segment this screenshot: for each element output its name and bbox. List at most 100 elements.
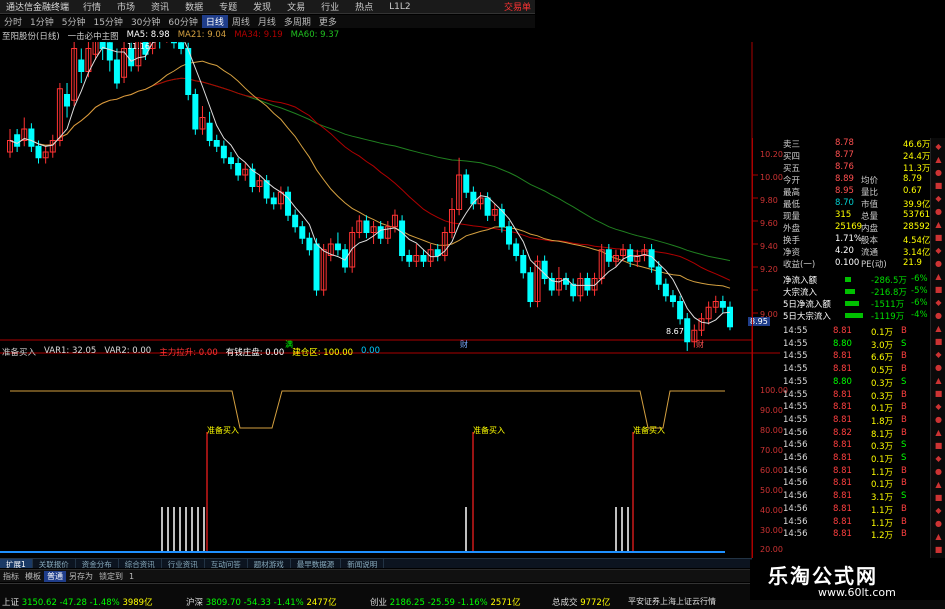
period-tab[interactable]: 1分钟 (26, 15, 58, 28)
tool-button[interactable]: 1 (126, 572, 137, 581)
tick-side: S (901, 338, 907, 349)
menu-item[interactable]: L1L2 (381, 2, 418, 12)
tool-button[interactable]: 另存为 (66, 571, 96, 582)
watermark-url: www.60lt.com (818, 586, 896, 599)
side-tool-icon[interactable]: ■ (934, 389, 943, 398)
info-tab[interactable]: 扩展1 (0, 559, 33, 569)
side-tool-icon[interactable]: ● (934, 168, 943, 177)
side-tool-icon[interactable]: ▲ (934, 155, 943, 164)
menu-item[interactable]: 市场 (109, 0, 143, 13)
tick-row: 14:55 8.81 0.3万 B (783, 390, 931, 402)
quote-label: 换手 (783, 236, 801, 246)
tool-button[interactable]: 锁定到 (96, 571, 126, 582)
side-tool-icon[interactable]: ■ (934, 337, 943, 346)
side-tool-icon[interactable]: ● (934, 207, 943, 216)
info-tab[interactable]: 资金分布 (76, 559, 119, 569)
side-tool-icon[interactable]: ▲ (934, 376, 943, 385)
side-tool-icon[interactable]: ● (934, 259, 943, 268)
kline-chart[interactable]: 2023年232023/03/03/五456 (0, 42, 780, 558)
side-tool-icon[interactable]: ■ (934, 493, 943, 502)
quote-value: 25169 (835, 222, 863, 232)
tick-side: B (901, 529, 907, 540)
period-tab[interactable]: 日线 (201, 15, 228, 28)
side-tool-icon[interactable]: ◆ (934, 454, 943, 463)
flow-label: 净流入额 (783, 276, 818, 286)
candle (406, 255, 413, 262)
period-tab[interactable]: 月线 (254, 15, 280, 28)
side-tool-icon[interactable]: ■ (934, 181, 943, 190)
info-tab[interactable]: 行业资讯 (162, 559, 205, 569)
side-tool-icon[interactable]: ◆ (934, 246, 943, 255)
side-tool-icon[interactable]: ■ (934, 545, 943, 554)
tool-button[interactable]: 普通 (44, 570, 66, 582)
quote-value2: 3.14亿 (903, 248, 931, 258)
menu-item[interactable]: 行业 (313, 0, 347, 13)
candle (399, 220, 406, 256)
candle (520, 255, 527, 274)
menu-item[interactable]: 数据 (177, 0, 211, 13)
var2-value: VAR2: 0.00 (104, 346, 152, 356)
info-tab[interactable]: 新闻说明 (341, 559, 385, 569)
tool-button[interactable]: 指标 (0, 571, 22, 582)
index-name: 总成交 (552, 598, 581, 608)
tool-button[interactable]: 模板 (22, 571, 44, 582)
broker-name: 平安证券上海上证云行情 (628, 597, 716, 606)
side-tool-icon[interactable]: ▲ (934, 532, 943, 541)
period-tab[interactable]: 30分钟 (127, 15, 164, 28)
menu-item[interactable]: 行情 (75, 0, 109, 13)
tick-volume: 0.3万 (871, 378, 894, 389)
flow-value: -216.8万 (871, 288, 907, 298)
info-tab[interactable]: 题材游戏 (248, 559, 291, 569)
index-item[interactable]: 上证 3150.62 -47.28 -1.48% 3989亿 (2, 596, 153, 608)
side-tool-icon[interactable]: ◆ (934, 194, 943, 203)
tick-row: 14:56 8.81 0.1万 S (783, 453, 931, 465)
candle (727, 306, 733, 328)
side-tool-icon[interactable]: ● (934, 467, 943, 476)
menu-item[interactable]: 文易 (279, 0, 313, 13)
period-tab[interactable]: 更多 (315, 15, 341, 28)
period-tab[interactable]: 多周期 (280, 15, 315, 28)
menu-item[interactable]: 资讯 (143, 0, 177, 13)
info-tab[interactable]: 关联报价 (33, 559, 76, 569)
side-tool-icon[interactable]: ● (934, 311, 943, 320)
side-tool-icon[interactable]: ▲ (934, 480, 943, 489)
index-item[interactable]: 沪深 3809.70 -54.33 -1.41% 2477亿 (186, 596, 337, 608)
info-tab[interactable]: 互动问答 (205, 559, 248, 569)
index-amount: 2571亿 (490, 598, 521, 608)
index-value: 2186.25 (389, 598, 428, 608)
side-tool-icon[interactable]: ▲ (934, 220, 943, 229)
side-tool-icon[interactable]: ▲ (934, 428, 943, 437)
side-tool-icon[interactable]: ■ (934, 441, 943, 450)
side-tool-icon[interactable]: ◆ (934, 402, 943, 411)
period-tab[interactable]: 60分钟 (164, 15, 201, 28)
side-tool-icon[interactable]: ◆ (934, 506, 943, 515)
quote-label: 外盘 (783, 224, 801, 234)
period-tab[interactable]: 5分钟 (58, 15, 90, 28)
side-tool-icon[interactable]: ■ (934, 285, 943, 294)
side-tool-icon[interactable]: ◆ (934, 350, 943, 359)
side-tool-icon[interactable]: ● (934, 519, 943, 528)
trade-button[interactable]: 交易单 (504, 0, 535, 13)
side-tool-icon[interactable]: ■ (934, 233, 943, 242)
quote-row: 卖三 8.78 46.6万 (753, 138, 931, 150)
side-tool-icon[interactable]: ◆ (934, 142, 943, 151)
period-tab[interactable]: 15分钟 (89, 15, 126, 28)
index-item[interactable]: 总成交 9772亿 (552, 596, 610, 608)
side-tool-icon[interactable]: ◆ (934, 298, 943, 307)
menu-item[interactable]: 发现 (245, 0, 279, 13)
info-tab[interactable]: 最早数据源 (291, 559, 342, 569)
menu-item[interactable]: 热点 (347, 0, 381, 13)
tick-row: 14:55 8.81 0.1万 B (783, 402, 931, 414)
side-tool-icon[interactable]: ● (934, 415, 943, 424)
index-item[interactable]: 创业 2186.25 -25.59 -1.16% 2571亿 (370, 596, 521, 608)
side-tool-icon[interactable]: ● (934, 363, 943, 372)
period-tab[interactable]: 分时 (0, 15, 26, 28)
info-tab[interactable]: 综合资讯 (119, 559, 162, 569)
side-tool-icon[interactable]: ▲ (934, 324, 943, 333)
period-tab[interactable]: 周线 (228, 15, 254, 28)
flow-label: 大宗流入 (783, 288, 818, 298)
buy-signal-label: 准备买入 (473, 426, 505, 435)
menu-item[interactable]: 专题 (211, 0, 245, 13)
side-tool-icon[interactable]: ▲ (934, 272, 943, 281)
tick-volume: 3.0万 (871, 340, 894, 351)
